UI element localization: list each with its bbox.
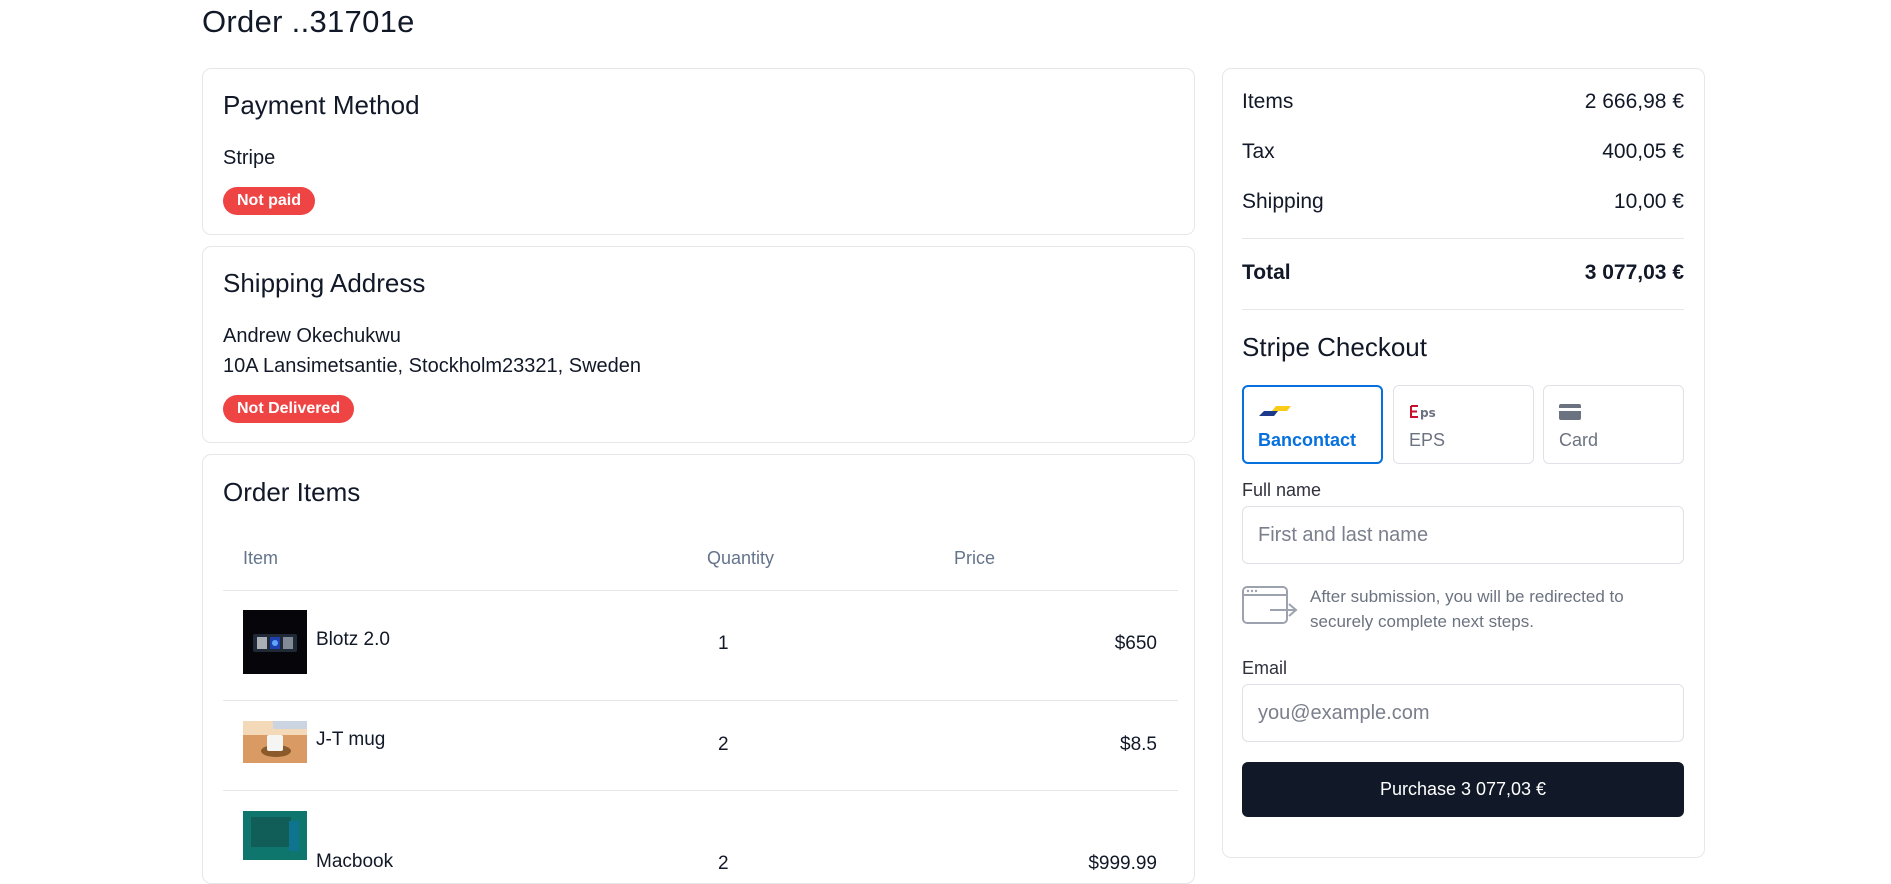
tax-label: Tax (1242, 140, 1275, 163)
card-icon (1559, 404, 1581, 425)
column-header-quantity: Quantity (707, 548, 775, 568)
email-label: Email (1242, 658, 1288, 678)
full-name-input[interactable] (1242, 506, 1684, 564)
column-header-price: Price (954, 548, 996, 568)
payment-tab-label: Card (1559, 430, 1599, 450)
product-thumbnail (243, 610, 307, 674)
email-input[interactable] (1242, 684, 1684, 742)
delivery-status-badge: Not Delivered (223, 395, 355, 423)
summary-divider (1242, 238, 1684, 239)
item-price: $650 (1114, 633, 1157, 654)
payment-tab-eps[interactable]: ps EPS (1393, 385, 1534, 464)
payment-method-value: Stripe (223, 147, 276, 169)
full-name-label: Full name (1242, 480, 1322, 500)
item-name: Blotz 2.0 (316, 629, 390, 650)
tax-value: 400,05 € (1602, 140, 1684, 163)
table-divider (223, 590, 1178, 591)
item-quantity: 2 (718, 853, 729, 874)
shipping-name: Andrew Okechukwu (223, 325, 401, 347)
payment-tab-bancontact[interactable]: Bancontact (1242, 385, 1383, 464)
eps-icon: ps (1409, 404, 1439, 425)
summary-divider (1242, 309, 1684, 310)
order-items-card (202, 454, 1195, 884)
payment-tab-label: Bancontact (1258, 430, 1357, 450)
shipping-value: 10,00 € (1613, 190, 1684, 213)
redirect-icon (1242, 586, 1298, 631)
purchase-button[interactable]: Purchase 3 077,03 € (1242, 762, 1684, 817)
page-title: Order ..31701e (202, 4, 415, 39)
item-name: J-T mug (316, 729, 386, 750)
payment-status-badge: Not paid (223, 187, 315, 215)
stripe-checkout-heading: Stripe Checkout (1242, 332, 1427, 362)
total-value: 3 077,03 € (1584, 261, 1684, 284)
items-label: Items (1242, 90, 1294, 113)
item-quantity: 1 (718, 633, 729, 654)
payment-method-heading: Payment Method (223, 90, 420, 120)
item-price: $8.5 (1120, 734, 1157, 755)
payment-tab-card[interactable]: Card (1543, 385, 1684, 464)
svg-text:ps: ps (1420, 406, 1436, 420)
item-price: $999.99 (1088, 853, 1157, 874)
product-thumbnail (243, 721, 307, 763)
row-divider (223, 790, 1178, 791)
items-value: 2 666,98 € (1584, 90, 1684, 113)
order-items-heading: Order Items (223, 477, 361, 507)
item-name: Macbook (316, 851, 394, 872)
shipping-label: Shipping (1242, 190, 1324, 213)
item-quantity: 2 (718, 734, 729, 755)
bancontact-icon (1258, 404, 1292, 423)
shipping-address-line: 10A Lansimetsantie, Stockholm23321, Swed… (223, 355, 642, 377)
row-divider (223, 700, 1178, 701)
product-thumbnail (243, 811, 307, 860)
shipping-address-heading: Shipping Address (223, 268, 426, 298)
redirect-note: After submission, you will be redirected… (1310, 587, 1624, 631)
column-header-item: Item (243, 548, 279, 568)
payment-tab-label: EPS (1409, 430, 1446, 450)
total-label: Total (1242, 261, 1291, 284)
